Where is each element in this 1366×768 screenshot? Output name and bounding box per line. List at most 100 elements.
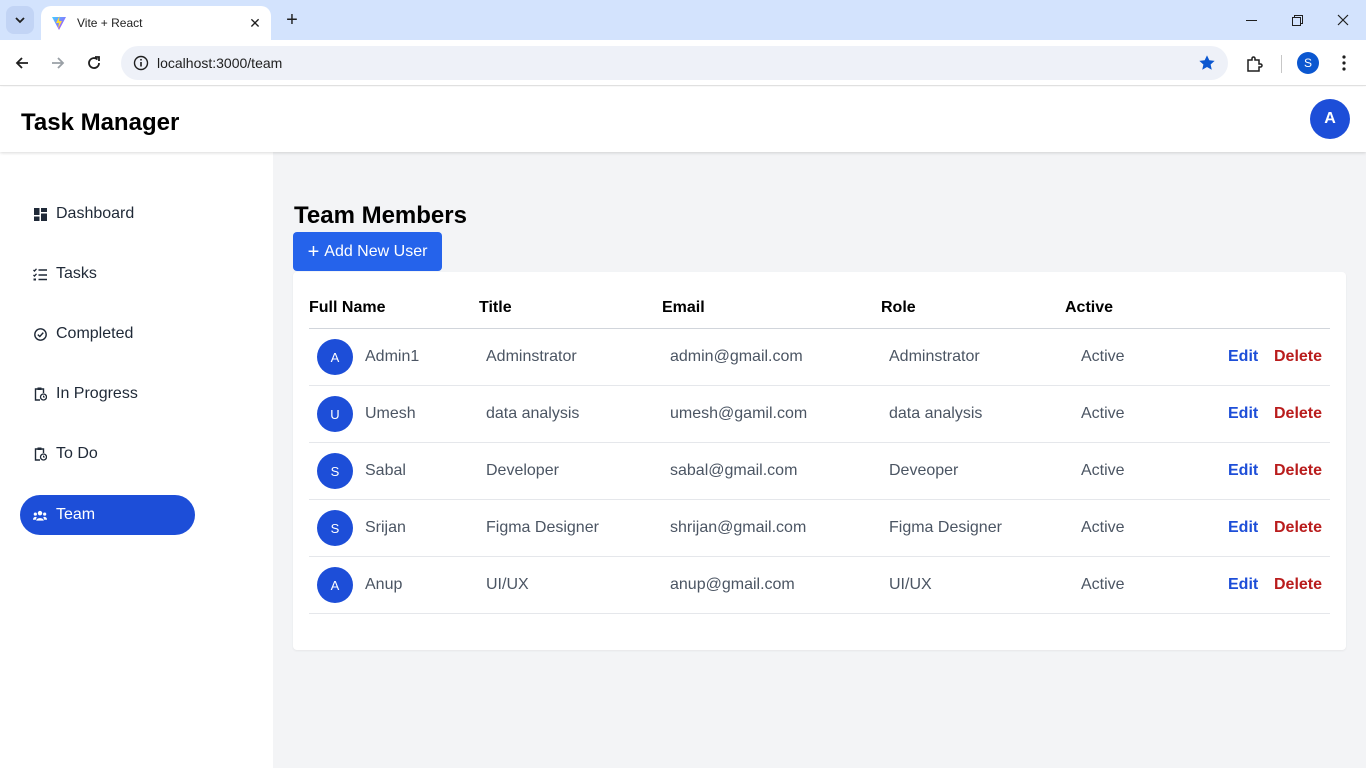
sidebar-item-label: Completed [56, 325, 134, 342]
sidebar: Dashboard Tasks Completed In Progress To… [0, 152, 273, 768]
member-status: Active [1081, 348, 1125, 365]
member-title: Figma Designer [486, 519, 599, 536]
team-table-card: Full Name Title Email Role Active A Admi… [293, 272, 1346, 650]
add-new-user-label: Add New User [324, 242, 428, 260]
delete-button[interactable]: Delete [1274, 519, 1322, 537]
edit-button[interactable]: Edit [1228, 348, 1258, 366]
member-avatar: A [317, 339, 353, 375]
member-role: Adminstrator [889, 348, 980, 365]
member-title: Developer [486, 462, 559, 479]
edit-button[interactable]: Edit [1228, 576, 1258, 594]
sidebar-item-label: Dashboard [56, 205, 135, 222]
arrow-left-icon [15, 57, 28, 69]
delete-button[interactable]: Delete [1274, 576, 1322, 594]
member-role: Deveoper [889, 462, 959, 479]
browser-tab[interactable]: Vite + React ✕ [41, 6, 271, 40]
member-email: shrijan@gmail.com [670, 519, 807, 536]
delete-button[interactable]: Delete [1274, 462, 1322, 480]
table-row: S Srijan Figma Designer shrijan@gmail.co… [309, 500, 1330, 557]
toolbar-divider [1281, 55, 1282, 73]
browser-menu-icon[interactable] [1333, 52, 1355, 74]
column-header-title: Title [479, 299, 512, 316]
back-button[interactable] [8, 49, 36, 77]
clipboard-clock-icon [33, 447, 47, 461]
member-email: sabal@gmail.com [670, 462, 798, 479]
close-tab-icon[interactable]: ✕ [245, 13, 265, 33]
member-name: Admin1 [365, 348, 420, 365]
edit-button[interactable]: Edit [1228, 462, 1258, 480]
member-email: umesh@gamil.com [670, 405, 808, 422]
column-header-email: Email [662, 299, 705, 316]
sidebar-item-label: Team [56, 506, 96, 523]
member-title: Adminstrator [486, 348, 577, 365]
bookmark-star-icon[interactable] [1192, 54, 1222, 72]
member-name: Srijan [365, 519, 406, 536]
sidebar-item-label: To Do [56, 445, 98, 462]
edit-button[interactable]: Edit [1228, 405, 1258, 423]
table-row: A Anup UI/UX anup@gmail.com UI/UX Active… [309, 557, 1330, 614]
sidebar-item-dashboard[interactable]: Dashboard [20, 194, 195, 234]
member-avatar: S [317, 453, 353, 489]
page-title: Team Members [294, 202, 467, 229]
table-header: Full Name Title Email Role Active [309, 272, 1330, 329]
column-header-active: Active [1065, 299, 1114, 316]
member-status: Active [1081, 405, 1125, 422]
tab-search-button[interactable] [6, 6, 34, 34]
browser-tab-bar: Vite + React ✕ + [0, 0, 1366, 40]
sidebar-item-to-do[interactable]: To Do [20, 434, 195, 474]
table-row: U Umesh data analysis umesh@gamil.com da… [309, 386, 1330, 443]
member-email: anup@gmail.com [670, 576, 795, 593]
member-role: UI/UX [889, 576, 932, 593]
column-header-role: Role [881, 299, 916, 316]
add-new-user-button[interactable]: + Add New User [293, 232, 442, 271]
member-email: admin@gmail.com [670, 348, 803, 365]
tab-title: Vite + React [77, 16, 143, 30]
user-avatar[interactable]: A [1310, 99, 1350, 139]
restore-icon[interactable] [1274, 0, 1320, 40]
member-name: Sabal [365, 462, 406, 479]
check-circle-icon [33, 327, 47, 341]
sidebar-item-label: Tasks [56, 265, 97, 282]
sidebar-item-team[interactable]: Team [20, 495, 195, 535]
new-tab-button[interactable]: + [280, 8, 304, 32]
member-role: data analysis [889, 405, 983, 422]
tasks-list-icon [33, 267, 47, 281]
member-title: UI/UX [486, 576, 529, 593]
dashboard-icon [33, 207, 47, 221]
sidebar-item-in-progress[interactable]: In Progress [20, 374, 195, 414]
minimize-icon[interactable] [1228, 0, 1274, 40]
app-title: Task Manager [21, 109, 180, 136]
sidebar-item-completed[interactable]: Completed [20, 314, 195, 354]
member-status: Active [1081, 576, 1125, 593]
forward-button[interactable] [44, 49, 72, 77]
sidebar-item-label: In Progress [56, 385, 138, 402]
reload-button[interactable] [80, 49, 108, 77]
member-avatar: U [317, 396, 353, 432]
browser-toolbar: localhost:3000/team S [0, 40, 1366, 86]
extensions-puzzle-icon[interactable] [1242, 52, 1266, 76]
member-name: Umesh [365, 405, 416, 422]
member-name: Anup [365, 576, 403, 593]
table-row: S Sabal Developer sabal@gmail.com Deveop… [309, 443, 1330, 500]
chevron-down-icon [15, 17, 25, 24]
reload-icon [88, 56, 100, 69]
delete-button[interactable]: Delete [1274, 348, 1322, 366]
member-role: Figma Designer [889, 519, 1002, 536]
app-header: Task Manager A [0, 87, 1366, 152]
column-header-full-name: Full Name [309, 299, 386, 316]
vite-logo-icon [52, 16, 66, 30]
browser-profile-avatar[interactable]: S [1297, 52, 1319, 74]
address-bar[interactable]: localhost:3000/team [121, 46, 1228, 80]
edit-button[interactable]: Edit [1228, 519, 1258, 537]
site-info-icon[interactable] [125, 55, 157, 71]
delete-button[interactable]: Delete [1274, 405, 1322, 423]
arrow-right-icon [52, 57, 65, 69]
member-status: Active [1081, 462, 1125, 479]
url-text: localhost:3000/team [157, 55, 283, 71]
table-row: A Admin1 Adminstrator admin@gmail.com Ad… [309, 329, 1330, 386]
sidebar-item-tasks[interactable]: Tasks [20, 254, 195, 294]
close-window-icon[interactable] [1320, 0, 1366, 40]
clipboard-clock-icon [33, 387, 47, 401]
member-avatar: A [317, 567, 353, 603]
users-icon [33, 508, 47, 522]
